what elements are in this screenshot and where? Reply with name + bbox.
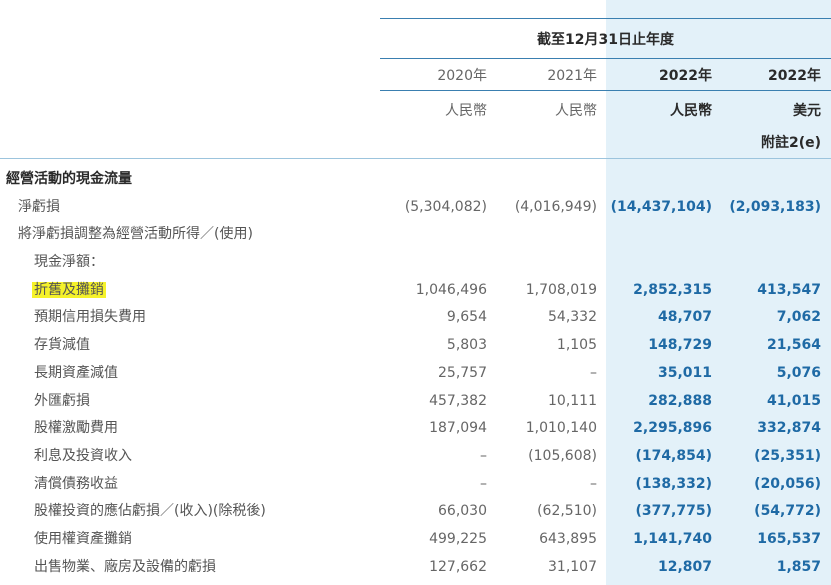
header-top-rule xyxy=(380,18,831,19)
row-label: 清償債務收益 xyxy=(34,475,118,492)
value-2021: 31,107 xyxy=(548,558,597,575)
table-row: 使用權資產攤銷 499,225 643,895 1,141,740 165,537 xyxy=(0,526,831,554)
period-title-rule xyxy=(380,58,831,59)
value-2022-usd: 165,537 xyxy=(757,530,821,547)
value-2022-rmb: 282,888 xyxy=(648,392,712,409)
table-row: 將淨虧損調整為經營活動所得／(使用) xyxy=(0,221,831,249)
value-2022-rmb: (14,437,104) xyxy=(610,198,712,215)
table-row: 存貨減值 5,803 1,105 148,729 21,564 xyxy=(0,332,831,360)
value-2022-usd: 5,076 xyxy=(776,364,821,381)
value-2022-rmb: 12,807 xyxy=(657,558,712,575)
value-2021: 54,332 xyxy=(548,309,597,326)
row-label: 利息及投資收入 xyxy=(34,447,132,464)
value-2022-rmb: 48,707 xyxy=(657,309,712,326)
value-2022-usd: 7,062 xyxy=(776,309,821,326)
value-2020: – xyxy=(480,475,487,492)
value-2020: 5,803 xyxy=(446,337,487,354)
year-2020-header: 2020年 xyxy=(437,68,487,84)
value-2021: 643,895 xyxy=(539,530,597,547)
value-2021: 1,010,140 xyxy=(525,420,597,437)
row-label: 股權激勵費用 xyxy=(34,420,118,437)
value-2022-rmb: 35,011 xyxy=(657,364,712,381)
value-2021: – xyxy=(590,475,597,492)
value-2020: 66,030 xyxy=(438,503,487,520)
row-label: 使用權資產攤銷 xyxy=(34,530,132,547)
value-2022-rmb: 148,729 xyxy=(648,337,712,354)
value-2020: 127,662 xyxy=(429,558,487,575)
value-2021: (62,510) xyxy=(537,503,597,520)
currency-2022-rmb: 人民幣 xyxy=(670,103,712,119)
table-row: 折舊及攤銷 1,046,496 1,708,019 2,852,315 413,547 xyxy=(0,277,831,305)
value-2022-rmb: 1,141,740 xyxy=(633,530,712,547)
value-2022-usd: (25,351) xyxy=(754,447,821,464)
table-row: 股權投資的應佔虧損／(收入)(除税後) 66,030 (62,510) (377,77… xyxy=(0,498,831,526)
year-2022-usd-header: 2022年 xyxy=(768,68,821,84)
value-2022-usd: (2,093,183) xyxy=(729,198,821,215)
currency-2021: 人民幣 xyxy=(555,103,597,119)
row-label: 外匯虧損 xyxy=(34,392,90,409)
table-row: 出售物業、廠房及設備的虧損 127,662 31,107 12,807 1,857 xyxy=(0,554,831,582)
value-2022-usd: (20,056) xyxy=(754,475,821,492)
usd-note: 附註2(e) xyxy=(760,135,821,151)
period-title: 截至12月31日止年度 xyxy=(537,32,674,48)
value-2020: 187,094 xyxy=(429,420,487,437)
value-2021: 10,111 xyxy=(548,392,597,409)
row-label: 折舊及攤銷 xyxy=(32,277,106,305)
table-row: 長期資產減值 25,757 – 35,011 5,076 xyxy=(0,360,831,388)
value-2020: 1,046,496 xyxy=(415,281,487,298)
table-row: 預期信用損失費用 9,654 54,332 48,707 7,062 xyxy=(0,304,831,332)
table-row: 外匯虧損 457,382 10,111 282,888 41,015 xyxy=(0,388,831,416)
value-2020: 499,225 xyxy=(429,530,487,547)
row-label: 出售物業、廠房及設備的虧損 xyxy=(34,558,216,575)
table-row: 股權激勵費用 187,094 1,010,140 2,295,896 332,874 xyxy=(0,415,831,443)
row-label: 長期資產減值 xyxy=(34,364,118,381)
value-2022-rmb: (377,775) xyxy=(635,503,712,520)
value-2021: 1,708,019 xyxy=(525,281,597,298)
value-2022-usd: 1,857 xyxy=(776,558,821,575)
row-label: 將淨虧損調整為經營活動所得／(使用) xyxy=(18,226,253,243)
value-2020: 457,382 xyxy=(429,392,487,409)
year-2021-header: 2021年 xyxy=(547,68,597,84)
value-2020: 25,757 xyxy=(438,364,487,381)
value-2020: (5,304,082) xyxy=(404,198,487,215)
year-2022-rmb-header: 2022年 xyxy=(659,68,712,84)
highlighted-label: 折舊及攤銷 xyxy=(32,281,106,298)
row-label: 現金淨額： xyxy=(34,254,104,271)
value-2020: 9,654 xyxy=(446,309,487,326)
table-row: 經營活動的現金流量 xyxy=(0,166,831,194)
currency-2020: 人民幣 xyxy=(445,103,487,119)
value-2022-usd: 41,015 xyxy=(766,392,821,409)
value-2021: (105,608) xyxy=(528,447,597,464)
row-label: 淨虧損 xyxy=(18,198,60,215)
value-2022-rmb: (138,332) xyxy=(635,475,712,492)
value-2021: (4,016,949) xyxy=(514,198,597,215)
row-label: 預期信用損失費用 xyxy=(34,309,146,326)
row-label: 存貨減值 xyxy=(34,337,90,354)
value-2022-rmb: 2,295,896 xyxy=(633,420,712,437)
header-bottom-rule xyxy=(0,158,831,159)
value-2022-rmb: 2,852,315 xyxy=(633,281,712,298)
value-2020: – xyxy=(480,447,487,464)
value-2021: – xyxy=(590,364,597,381)
currency-2022-usd: 美元 xyxy=(793,103,821,119)
table-row: 清償債務收益 – – (138,332) (20,056) xyxy=(0,471,831,499)
value-2022-usd: 21,564 xyxy=(766,337,821,354)
row-label: 股權投資的應佔虧損／(收入)(除税後) xyxy=(34,503,266,520)
table-row: 現金淨額： xyxy=(0,249,831,277)
cash-flow-table: 經營活動的現金流量淨虧損 (5,304,082) (4,016,949) (14,43… xyxy=(0,166,831,581)
value-2022-usd: (54,772) xyxy=(754,503,821,520)
row-label: 經營活動的現金流量 xyxy=(6,171,132,187)
value-2022-rmb: (174,854) xyxy=(635,447,712,464)
value-2022-usd: 413,547 xyxy=(757,281,821,298)
year-header-rule xyxy=(380,90,831,91)
value-2022-usd: 332,874 xyxy=(757,420,821,437)
table-row: 淨虧損 (5,304,082) (4,016,949) (14,437,104) (2,… xyxy=(0,194,831,222)
table-row: 利息及投資收入 – (105,608) (174,854) (25,351) xyxy=(0,443,831,471)
value-2021: 1,105 xyxy=(556,337,597,354)
